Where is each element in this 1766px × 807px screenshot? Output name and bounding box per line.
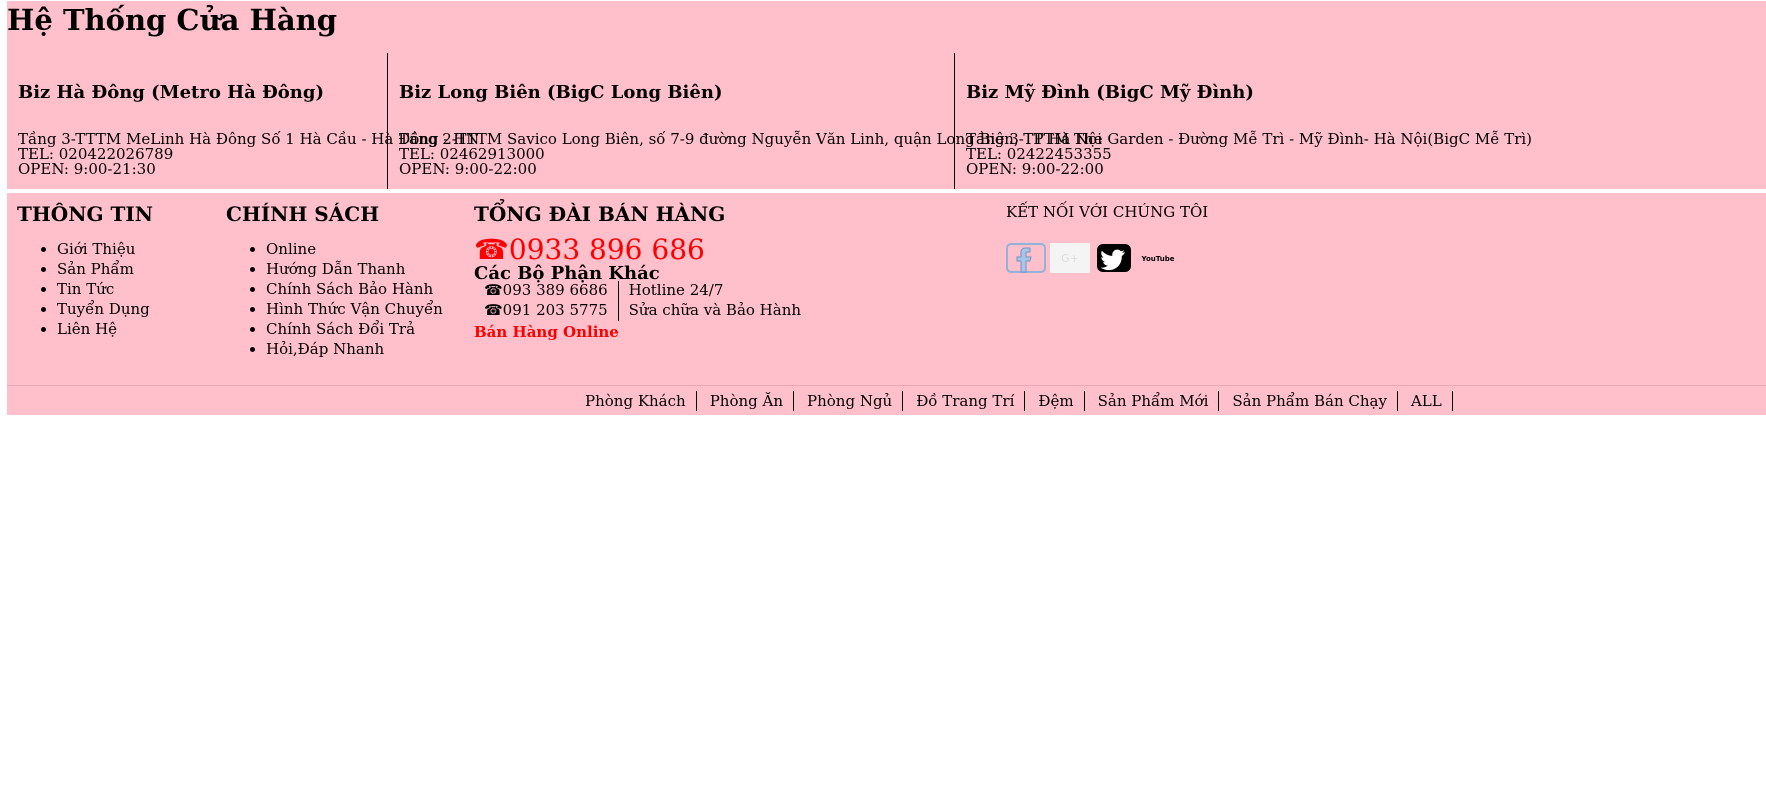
footer-link-contact[interactable]: Liên Hệ	[57, 319, 150, 339]
footer-link-faq[interactable]: Hỏi,Đáp Nhanh	[266, 339, 443, 359]
footer-info-title: THÔNG TIN	[17, 202, 154, 226]
store-info: Tầng 3-TTTM The Garden - Đường Mễ Trì - …	[966, 132, 1532, 177]
footer-link-products[interactable]: Sản Phẩm	[57, 259, 150, 279]
store-name: Biz Mỹ Đình (BigC Mỹ Đình)	[966, 82, 1254, 103]
footer-policy-list: Online Hướng Dẫn Thanh Chính Sách Bảo Hà…	[226, 239, 443, 359]
nav-link-new-products[interactable]: Sản Phẩm Mới	[1085, 391, 1220, 411]
youtube-text: YouTube	[1141, 255, 1175, 263]
google-plus-icon[interactable]: G+	[1050, 243, 1090, 273]
nav-link-living-room[interactable]: Phòng Khách	[578, 391, 697, 411]
footer-hotline-title: TỔNG ĐÀI BÁN HÀNG	[474, 202, 726, 226]
department-row: ☎091 203 5775 Sửa chữa và Bảo Hành	[482, 301, 809, 321]
department-label: Hotline 24/7	[628, 281, 724, 299]
online-sales-link[interactable]: Bán Hàng Online	[474, 323, 619, 341]
footer-connect-column: KẾT NỐI VỚI CHÚNG TÔI G+ YouTube	[1006, 193, 1306, 313]
footer-link-news[interactable]: Tin Tức	[57, 279, 150, 299]
footer-link-about[interactable]: Giới Thiệu	[57, 239, 150, 259]
department-label: Sửa chữa và Bảo Hành	[628, 301, 802, 319]
nav-link-all[interactable]: ALL	[1398, 391, 1453, 411]
main-hotline-number[interactable]: ☎0933 896 686	[474, 235, 705, 265]
nav-link-bedroom[interactable]: Phòng Ngủ	[794, 391, 904, 411]
footer-link-shipping[interactable]: Hình Thức Vận Chuyển	[266, 299, 443, 319]
nav-link-best-sellers[interactable]: Sản Phẩm Bán Chạy	[1219, 391, 1398, 411]
svg-text:G+: G+	[1061, 252, 1079, 265]
store-ha-dong: Biz Hà Đông (Metro Hà Đông) Tầng 3-TTTM …	[7, 53, 479, 189]
nav-link-mattress[interactable]: Đệm	[1025, 391, 1085, 411]
department-row: ☎093 389 6686 Hotline 24/7	[482, 281, 809, 301]
footer-link-online[interactable]: Online	[266, 239, 443, 259]
nav-link-decor[interactable]: Đồ Trang Trí	[903, 391, 1026, 411]
store-name: Biz Hà Đông (Metro Hà Đông)	[18, 82, 324, 103]
facebook-icon[interactable]	[1006, 243, 1046, 273]
connect-title: KẾT NỐI VỚI CHÚNG TÔI	[1006, 203, 1209, 221]
department-phone[interactable]: ☎091 203 5775	[482, 301, 619, 321]
bottom-nav-bar: Phòng Khách Phòng Ăn Phòng Ngủ Đồ Trang …	[7, 385, 1766, 415]
nav-link-dining-room[interactable]: Phòng Ăn	[697, 391, 794, 411]
store-list: Biz Hà Đông (Metro Hà Đông) Tầng 3-TTTM …	[7, 53, 1766, 189]
store-system-section: Hệ Thống Cửa Hàng Biz Hà Đông (Metro Hà …	[7, 1, 1766, 189]
youtube-icon[interactable]: YouTube	[1138, 243, 1178, 273]
store-long-bien: Biz Long Biên (BigC Long Biên) Tầng 2-TT…	[387, 53, 1102, 189]
footer-link-payment-guide[interactable]: Hướng Dẫn Thanh	[266, 259, 443, 279]
store-open-hours: OPEN: 9:00-22:00	[966, 160, 1104, 178]
store-name: Biz Long Biên (BigC Long Biên)	[399, 82, 723, 103]
footer-policy-title: CHÍNH SÁCH	[226, 202, 380, 226]
footer: THÔNG TIN Giới Thiệu Sản Phẩm Tin Tức Tu…	[7, 193, 1766, 385]
footer-link-careers[interactable]: Tuyển Dụng	[57, 299, 150, 319]
twitter-icon[interactable]	[1094, 243, 1134, 273]
store-system-title: Hệ Thống Cửa Hàng	[7, 3, 338, 37]
category-nav: Phòng Khách Phòng Ăn Phòng Ngủ Đồ Trang …	[578, 391, 1453, 411]
footer-link-returns[interactable]: Chính Sách Đổi Trả	[266, 319, 443, 339]
store-my-dinh: Biz Mỹ Đình (BigC Mỹ Đình) Tầng 3-TTTM T…	[954, 53, 1554, 189]
department-phone[interactable]: ☎093 389 6686	[482, 281, 619, 301]
departments-table: ☎093 389 6686 Hotline 24/7 ☎091 203 5775…	[482, 281, 809, 321]
footer-hotline-column: TỔNG ĐÀI BÁN HÀNG ☎0933 896 686 Các Bộ P…	[474, 193, 874, 385]
footer-link-warranty[interactable]: Chính Sách Bảo Hành	[266, 279, 443, 299]
footer-info-list: Giới Thiệu Sản Phẩm Tin Tức Tuyển Dụng L…	[17, 239, 150, 339]
